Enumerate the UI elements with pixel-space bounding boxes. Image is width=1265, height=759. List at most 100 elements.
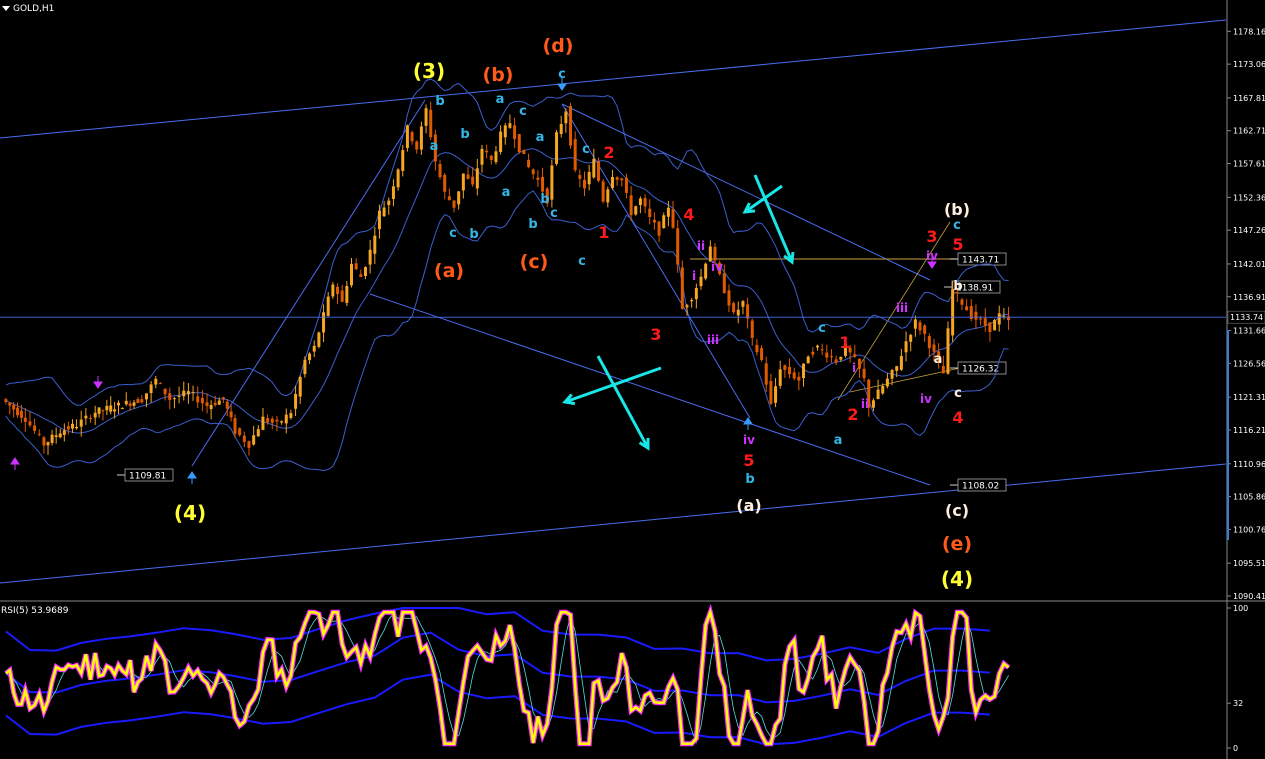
candle-body bbox=[62, 430, 66, 435]
candle-body bbox=[489, 155, 493, 161]
wave-label-4-left: (4) bbox=[174, 501, 206, 525]
candle-body bbox=[802, 363, 806, 379]
candle-body bbox=[834, 359, 838, 363]
candle-body bbox=[829, 356, 833, 358]
candle-body bbox=[429, 109, 433, 138]
candle-body bbox=[12, 404, 16, 410]
candle-body bbox=[368, 249, 372, 265]
candle-body bbox=[960, 299, 964, 305]
candle-body bbox=[93, 412, 97, 418]
candle-body bbox=[610, 176, 614, 189]
candle-body bbox=[806, 356, 810, 364]
candle-body bbox=[662, 215, 666, 229]
candle-body bbox=[559, 124, 563, 134]
candle-body bbox=[666, 207, 670, 217]
y-tick-label: 1131.66 bbox=[1233, 327, 1265, 336]
candle-body bbox=[225, 401, 229, 409]
candle-body bbox=[340, 290, 344, 302]
wave-label-3-red: 3 bbox=[650, 325, 661, 344]
candle-body bbox=[298, 377, 302, 397]
bollinger-upper bbox=[5, 78, 1009, 406]
candle-body bbox=[904, 341, 908, 353]
price-chart[interactable]: 1143.711138.911126.321108.021109.81 (3)(… bbox=[0, 0, 1265, 759]
candle-body bbox=[573, 139, 577, 171]
candle-body bbox=[37, 433, 41, 435]
roman-label: iv bbox=[711, 260, 723, 274]
pivot-arrow-down bbox=[93, 376, 103, 389]
candle-body bbox=[774, 386, 778, 403]
candle-body bbox=[117, 402, 120, 406]
candle-body bbox=[205, 402, 209, 407]
triangle-upper-line bbox=[561, 103, 931, 281]
candle-body bbox=[918, 322, 922, 331]
y-tick-label: 1090.41 bbox=[1233, 592, 1265, 601]
candle-body bbox=[23, 417, 27, 422]
triangle-lower-line bbox=[369, 293, 931, 486]
candle-body bbox=[46, 442, 50, 446]
cyan-letter: c bbox=[550, 206, 558, 221]
candle-body bbox=[471, 176, 475, 185]
candle-body bbox=[722, 273, 726, 293]
wave-label-2-right: 2 bbox=[847, 405, 858, 424]
white-letter-a: a bbox=[934, 352, 943, 367]
y-tick-label: 1136.91 bbox=[1233, 293, 1265, 302]
candle-body bbox=[4, 399, 8, 402]
candle-body bbox=[909, 334, 913, 342]
candle-body bbox=[988, 322, 992, 332]
candle-body bbox=[373, 235, 377, 254]
cyan-letter: c bbox=[558, 67, 566, 82]
candle-body bbox=[527, 159, 531, 167]
candle-body bbox=[217, 400, 221, 405]
candle-body bbox=[508, 123, 512, 128]
y-tick-label: 1162.71 bbox=[1233, 127, 1265, 136]
roman-label: ii bbox=[861, 397, 869, 411]
candle-body bbox=[16, 407, 20, 416]
candle-body bbox=[624, 177, 628, 193]
candle-body bbox=[690, 300, 694, 302]
pivot-arrow-up bbox=[743, 417, 753, 430]
candle-body bbox=[457, 191, 461, 205]
wave-label-b: (b) bbox=[483, 64, 514, 86]
candle-body bbox=[401, 150, 405, 171]
candle-body bbox=[354, 263, 358, 270]
y-tick-label: 1110.96 bbox=[1233, 460, 1265, 469]
candle-body bbox=[182, 390, 186, 397]
cyan-letter: c bbox=[578, 254, 586, 269]
rsi-panel: 100 32 0 bbox=[4, 603, 1248, 753]
candle-body bbox=[885, 378, 889, 387]
candle-body bbox=[699, 276, 703, 287]
candle-body bbox=[685, 305, 689, 308]
candle-body bbox=[42, 437, 46, 446]
candle-body bbox=[317, 332, 321, 347]
candle-body bbox=[769, 380, 773, 404]
candle-body bbox=[124, 400, 128, 405]
candle-body bbox=[778, 369, 782, 386]
candle-body bbox=[680, 267, 684, 309]
candle-body bbox=[58, 433, 62, 438]
candle-body bbox=[163, 388, 167, 395]
white-letter-c: c bbox=[954, 386, 962, 401]
candle-body bbox=[336, 286, 340, 295]
wave-label-b-white: (b) bbox=[944, 200, 970, 219]
candle-body bbox=[158, 383, 162, 385]
cyan-letter: b bbox=[435, 94, 444, 109]
candle-body bbox=[19, 410, 23, 418]
candle-body bbox=[168, 393, 172, 401]
candle-body bbox=[951, 289, 955, 336]
candle-body bbox=[256, 429, 260, 437]
candle-body bbox=[634, 206, 638, 215]
candle-body bbox=[209, 404, 213, 410]
candle-body bbox=[517, 134, 521, 152]
candle-body bbox=[983, 318, 987, 326]
candlestick-series bbox=[4, 78, 1011, 484]
candle-body bbox=[312, 345, 316, 352]
candle-body bbox=[461, 173, 465, 191]
candle-body bbox=[377, 210, 381, 230]
candle-body bbox=[466, 174, 470, 179]
roman-label: iii bbox=[707, 333, 719, 347]
cyan-arrow-down-2 bbox=[596, 355, 650, 449]
candle-body bbox=[200, 397, 204, 404]
rsi-tick-label: 0 bbox=[1233, 744, 1238, 753]
cyan-letter: c bbox=[818, 321, 826, 336]
white-letter-b: b bbox=[953, 279, 962, 294]
